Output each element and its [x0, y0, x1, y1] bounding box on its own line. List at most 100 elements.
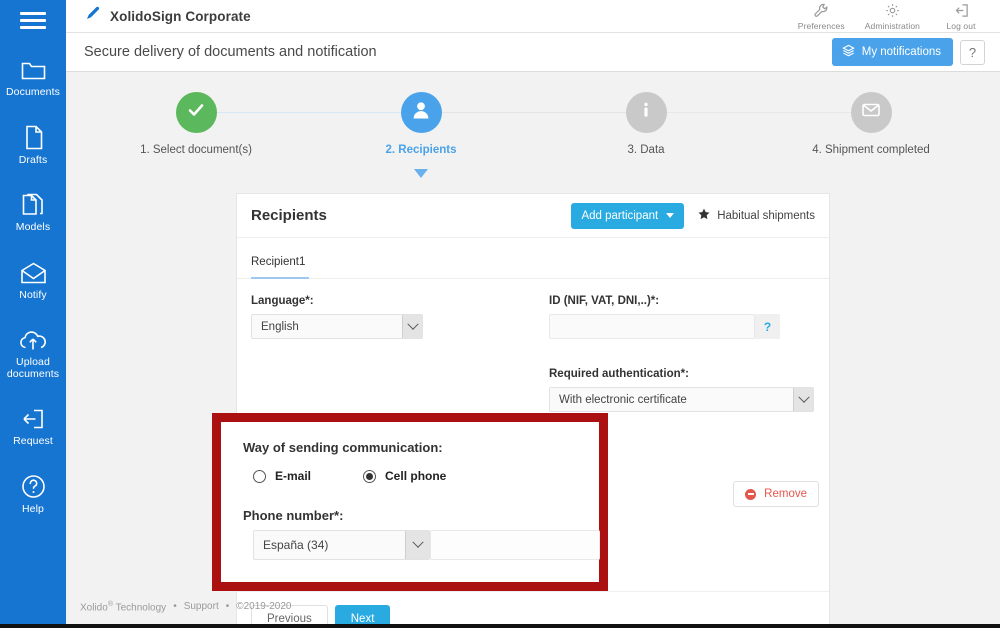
step-3-label: 3. Data: [627, 144, 665, 156]
sidebar-item-upload-documents[interactable]: Upload documents: [0, 318, 66, 386]
hamburger-icon-line: [20, 26, 46, 29]
habitual-shipments-link[interactable]: Habitual shipments: [698, 208, 815, 223]
logout-label: Log out: [946, 20, 976, 31]
app-title: XolidoSign Corporate: [110, 8, 251, 24]
sidebar-item-help[interactable]: Help: [0, 465, 66, 522]
footer-copyright: ©2019-2020: [236, 601, 292, 613]
id-help-button[interactable]: ?: [755, 314, 780, 339]
tab-recipient1[interactable]: Recipient1: [251, 256, 310, 279]
wizard-stepper: 1. Select document(s) 2. Recipients 3. D…: [66, 82, 1000, 178]
sidebar-item-documents[interactable]: Documents: [0, 48, 66, 105]
step-3-data[interactable]: 3. Data: [556, 92, 736, 156]
card-title: Recipients: [251, 207, 327, 224]
hamburger-menu-button[interactable]: [0, 4, 66, 37]
language-field-label: Language*:: [251, 295, 314, 307]
preferences-label: Preferences: [797, 20, 845, 31]
administration-label: Administration: [864, 20, 920, 31]
phone-number-label: Phone number*:: [243, 508, 344, 523]
step-1-label: 1. Select document(s): [140, 144, 252, 156]
sidebar-item-label: Upload documents: [6, 356, 60, 380]
id-input[interactable]: [549, 314, 755, 339]
minus-circle-icon: [745, 488, 757, 500]
brand: XolidoSign Corporate: [66, 5, 251, 27]
user-icon: [410, 99, 432, 126]
sidebar-item-models[interactable]: Models: [0, 183, 66, 240]
bottom-strip: [0, 624, 1000, 628]
sending-way-radio-group: E-mail Cell phone: [253, 469, 599, 483]
wrench-icon: [814, 2, 829, 19]
sidebar-item-drafts[interactable]: Drafts: [0, 116, 66, 173]
habitual-shipments-label: Habitual shipments: [717, 209, 815, 222]
add-participant-label: Add participant: [581, 209, 659, 222]
step-4-label: 4. Shipment completed: [812, 144, 930, 156]
files-stack-icon: [21, 192, 46, 218]
footer-content: Xolido® Technology • Support • ©2019-202…: [66, 601, 291, 613]
country-code-select[interactable]: España (34): [253, 530, 430, 560]
footer-support-link[interactable]: Support: [184, 601, 219, 612]
footer-separator: •: [173, 601, 177, 613]
radio-email-label: E-mail: [275, 469, 312, 483]
radio-option-cellphone[interactable]: Cell phone: [363, 469, 446, 483]
sidebar-item-label: Request: [13, 435, 53, 447]
recipient-tabs: Recipient1: [237, 238, 829, 279]
folder-icon: [21, 57, 46, 83]
main-sidebar: Documents Drafts Models Notify Upload do…: [0, 0, 66, 624]
remove-recipient-button[interactable]: Remove: [733, 481, 819, 507]
phone-number-input[interactable]: [430, 530, 600, 560]
hamburger-icon-line: [20, 19, 46, 22]
sidebar-item-label: Notify: [19, 288, 47, 301]
subheader-actions: My notifications ?: [831, 38, 1000, 66]
step-2-circle: [400, 92, 442, 133]
authentication-select-wrap: With electronic certificate: [549, 387, 814, 412]
remove-label: Remove: [764, 488, 807, 500]
add-participant-button[interactable]: Add participant: [571, 202, 685, 229]
sending-communication-section: Way of sending communication: E-mail Cel…: [221, 422, 600, 560]
administration-button[interactable]: Administration: [855, 2, 930, 31]
step-3-circle: [625, 92, 667, 133]
sidebar-item-notify[interactable]: Notify: [0, 251, 66, 308]
request-arrow-icon: [21, 406, 45, 432]
sidebar-item-label: Help: [22, 502, 44, 515]
gear-icon: [885, 2, 900, 19]
logout-button[interactable]: Log out: [930, 2, 992, 31]
country-code-select-wrap: España (34): [253, 530, 430, 560]
envelope-open-icon: [20, 260, 47, 286]
stepper-line-1-2: [194, 112, 419, 113]
step-4-circle: [850, 92, 892, 133]
sidebar-item-request[interactable]: Request: [0, 397, 66, 454]
footer-separator: •: [225, 601, 230, 613]
main-content: 1. Select document(s) 2. Recipients 3. D…: [66, 72, 1000, 628]
radio-cellphone-label: Cell phone: [385, 469, 447, 483]
authentication-select[interactable]: With electronic certificate: [549, 387, 814, 412]
info-icon: [636, 100, 656, 125]
language-select[interactable]: English: [251, 314, 423, 339]
card-header-actions: Add participant Habitual shipments: [571, 202, 815, 229]
radio-email-indicator: [253, 469, 266, 483]
step-1-select-documents[interactable]: 1. Select document(s): [106, 92, 286, 156]
my-notifications-label: My notifications: [861, 46, 941, 58]
id-field-row: ?: [549, 314, 819, 339]
layers-icon: [841, 44, 855, 60]
page-title: Secure delivery of documents and notific…: [84, 44, 377, 60]
sidebar-item-label: Documents: [5, 86, 60, 98]
highlight-annotation-box: Way of sending communication: E-mail Cel…: [212, 413, 608, 591]
pen-icon: [84, 5, 101, 27]
stepper-line-2-3: [419, 112, 644, 113]
radio-cellphone-indicator: [363, 469, 377, 483]
check-icon: [185, 99, 207, 126]
form-column-left: Language*: English: [251, 295, 551, 339]
preferences-button[interactable]: Preferences: [788, 2, 855, 31]
step-2-recipients[interactable]: 2. Recipients: [331, 92, 511, 178]
page-subheader: Secure delivery of documents and notific…: [66, 33, 1000, 72]
my-notifications-button[interactable]: My notifications: [831, 38, 953, 66]
footer-company: Xolido® Technology: [80, 600, 167, 614]
header-actions: Preferences Administration Log out: [788, 2, 1000, 31]
language-select-wrap: English: [251, 314, 423, 339]
sending-way-label: Way of sending communication:: [243, 440, 443, 455]
sidebar-item-label: Models: [15, 221, 51, 233]
step-4-shipment-completed[interactable]: 4. Shipment completed: [781, 92, 961, 156]
radio-option-email[interactable]: E-mail: [253, 469, 311, 483]
subheader-help-button[interactable]: ?: [960, 39, 985, 65]
file-icon: [23, 125, 44, 151]
stepper-line-3-4: [644, 112, 869, 113]
